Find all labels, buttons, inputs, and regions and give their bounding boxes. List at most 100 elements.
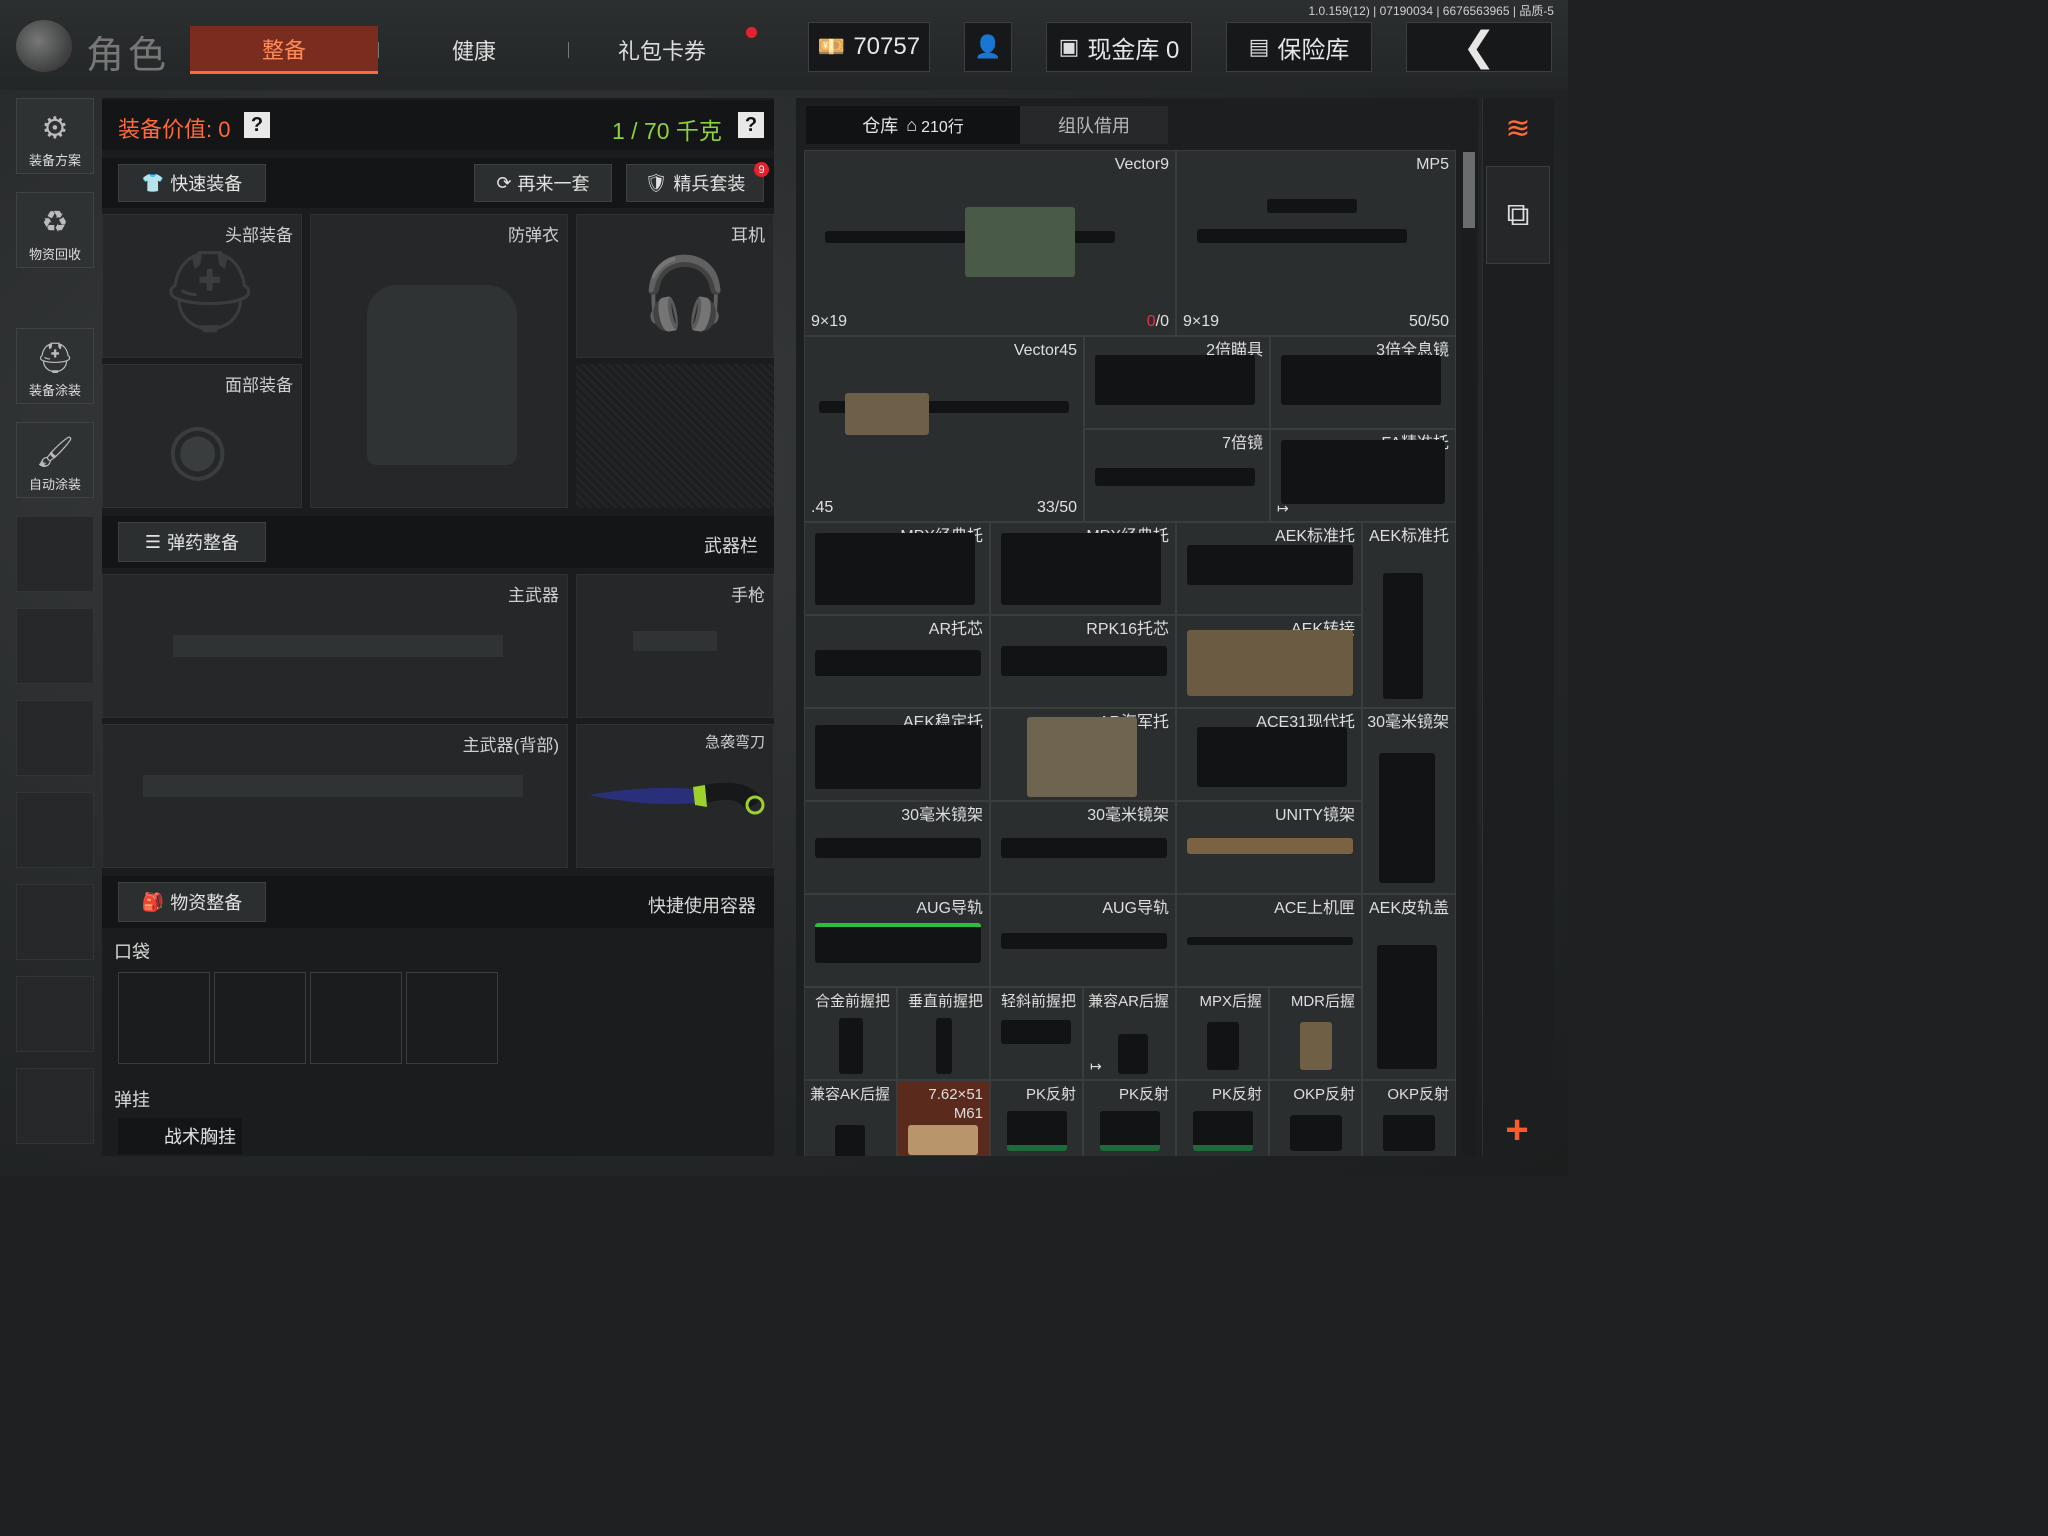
inventory-item[interactable]: 3倍全息镜 <box>1270 336 1456 429</box>
tab-warehouse[interactable]: 仓库 ⌂ 210行 <box>806 106 1020 144</box>
tab-team-borrow[interactable]: 组队借用 <box>1020 106 1168 144</box>
cash-vault-button[interactable]: ▣ 现金库 0 <box>1046 22 1192 72</box>
slot-label: 耳机 <box>731 226 765 245</box>
inventory-item[interactable]: AUG导轨 <box>990 894 1176 987</box>
inventory-item[interactable]: 7.62×51 M61 <box>897 1080 990 1156</box>
inventory-item[interactable]: Vector9 9×19 0/0 <box>804 150 1176 336</box>
headset-icon: 🎧 <box>641 254 729 332</box>
sort-stack-button[interactable]: ≋ <box>1492 104 1544 152</box>
item-name: AUG导轨 <box>1102 900 1169 917</box>
inventory-item[interactable]: AUG导轨 <box>804 894 990 987</box>
inventory-item[interactable]: RPK16托芯 <box>990 615 1176 708</box>
sidebar-item-loadout-plan[interactable]: ⚙ 装备方案 <box>16 98 94 174</box>
inventory-item[interactable]: PK反射 <box>990 1080 1083 1156</box>
melee-slot[interactable]: 急袭弯刀 <box>576 724 774 868</box>
inventory-item[interactable]: AR托芯 <box>804 615 990 708</box>
inventory-item[interactable]: OKP反射 <box>1362 1080 1456 1156</box>
inventory-item[interactable]: 兼容AK后握 <box>804 1080 897 1156</box>
inventory-item[interactable]: PK反射 <box>1083 1080 1176 1156</box>
inventory-item[interactable]: 轻斜前握把 <box>990 987 1083 1080</box>
pocket-slot[interactable] <box>118 972 210 1064</box>
inventory-item[interactable]: AEK标准托 <box>1176 522 1362 615</box>
headset-slot[interactable]: 耳机 🎧 <box>576 214 774 358</box>
ammo-max: /0 <box>1155 313 1169 330</box>
pocket-slot[interactable] <box>406 972 498 1064</box>
vest-icon <box>367 285 517 465</box>
inventory-item[interactable]: MDR后握 <box>1269 987 1362 1080</box>
inventory-item[interactable]: MP5 9×19 50/50 <box>1176 150 1456 336</box>
again-set-button[interactable]: ⟳ 再来一套 <box>474 164 612 202</box>
item-name: ACE上机匣 <box>1274 900 1355 917</box>
pocket-slot[interactable] <box>310 972 402 1064</box>
rig-item-label: 战术胸挂 <box>164 1127 236 1147</box>
inventory-item[interactable]: AR海军托 <box>990 708 1176 801</box>
tab-gift-cards[interactable]: 礼包卡券 <box>570 26 754 74</box>
attached-icon: ↦ <box>1090 1058 1102 1074</box>
page-title: 角色 <box>86 35 171 77</box>
tab-equip[interactable]: 整备 <box>190 26 378 74</box>
inventory-scrollbar[interactable] <box>1462 150 1476 1156</box>
ammo-equip-button[interactable]: ☰ 弹药整备 <box>118 522 266 562</box>
primary-back-slot[interactable]: 主武器(背部) <box>102 724 568 868</box>
scope-icon <box>1267 199 1357 213</box>
value-help-button[interactable]: ? <box>244 112 270 138</box>
rail-icon <box>1001 933 1167 949</box>
inventory-item[interactable]: 垂直前握把 <box>897 987 990 1080</box>
inventory-item[interactable]: AEK稳定托 <box>804 708 990 801</box>
tab-label: 整备 <box>261 37 306 63</box>
inventory-item[interactable]: AEK转接 <box>1176 615 1362 708</box>
pistol-slot[interactable]: 手枪 <box>576 574 774 718</box>
tab-label: 仓库 <box>862 116 899 136</box>
sidebar-item-auto-paint[interactable]: 🖌 自动涂装 <box>16 422 94 498</box>
reflex-sight-icon <box>1193 1111 1253 1151</box>
smg-body-icon <box>845 393 929 435</box>
inventory-item[interactable]: Vector45 .45 33/50 <box>804 336 1084 522</box>
stash-import-button[interactable]: ⧉ <box>1486 166 1550 264</box>
inventory-item[interactable]: UNITY镜架 <box>1176 801 1362 894</box>
item-ammo: 50/50 <box>1408 313 1449 330</box>
inventory-item[interactable]: 2倍瞄具 <box>1084 336 1270 429</box>
expand-storage-button[interactable]: + <box>1484 1104 1550 1156</box>
pocket-slot[interactable] <box>214 972 306 1064</box>
supply-equip-button[interactable]: 🎒 物资整备 <box>118 882 266 922</box>
inventory-item[interactable]: MPX经典托 <box>990 522 1176 615</box>
inventory-item[interactable]: PK反射 <box>1176 1080 1269 1156</box>
scrollbar-thumb[interactable] <box>1463 152 1475 228</box>
pistol-grip-icon <box>1300 1022 1332 1070</box>
quick-equip-button[interactable]: 👕 快速装备 <box>118 164 266 202</box>
inventory-item[interactable]: 30毫米镜架 <box>990 801 1176 894</box>
inventory-item[interactable]: 30毫米镜架 <box>804 801 990 894</box>
item-name: PK反射 <box>1118 1086 1169 1103</box>
inventory-item[interactable]: FA精准托 ↦ <box>1270 429 1456 522</box>
item-caliber: 9×19 <box>811 313 848 330</box>
scope-icon <box>1095 355 1255 405</box>
inventory-item[interactable]: MPX后握 <box>1176 987 1269 1080</box>
inventory-item[interactable]: ACE上机匣 <box>1176 894 1362 987</box>
currency-display[interactable]: 💴 70757 <box>808 22 930 72</box>
weight-help-button[interactable]: ? <box>738 112 764 138</box>
tab-health[interactable]: 健康 <box>380 26 568 74</box>
inventory-item[interactable]: 7倍镜 <box>1084 429 1270 522</box>
sidebar-empty-slot <box>16 792 94 868</box>
inventory-item[interactable]: OKP反射 <box>1269 1080 1362 1156</box>
inventory-item[interactable]: 合金前握把 <box>804 987 897 1080</box>
inventory-item[interactable]: ACE31现代托 <box>1176 708 1362 801</box>
inventory-item[interactable]: 30毫米镜架 <box>1362 708 1456 894</box>
buffer-tube-icon <box>1001 646 1167 676</box>
inventory-item[interactable]: AEK标准托 <box>1362 522 1456 708</box>
face-gear-slot[interactable]: 面部装备 ◉ <box>102 364 302 508</box>
inventory-item[interactable]: 兼容AR后握 ↦ <box>1083 987 1176 1080</box>
sidebar-item-paint[interactable]: ⛑ 装备涂装 <box>16 328 94 404</box>
sidebar-item-recycle[interactable]: ♻ 物资回收 <box>16 192 94 268</box>
operator-button[interactable]: 👤 <box>964 22 1012 72</box>
inventory-item[interactable]: MPX经典托 <box>804 522 990 615</box>
head-gear-slot[interactable]: 头部装备 ⛑ <box>102 214 302 358</box>
scope-mount-icon <box>1379 753 1435 883</box>
elite-set-button[interactable]: 🛡 精兵套装 <box>626 164 764 202</box>
inventory-item[interactable]: AEK皮轨盖 <box>1362 894 1456 1080</box>
rig-slot[interactable]: 战术胸挂 <box>118 1118 242 1154</box>
body-armor-slot[interactable]: 防弹衣 <box>310 214 568 508</box>
safe-box-button[interactable]: ▤ 保险库 <box>1226 22 1372 72</box>
back-button[interactable]: ❮ <box>1406 22 1552 72</box>
primary-weapon-slot[interactable]: 主武器 <box>102 574 568 718</box>
